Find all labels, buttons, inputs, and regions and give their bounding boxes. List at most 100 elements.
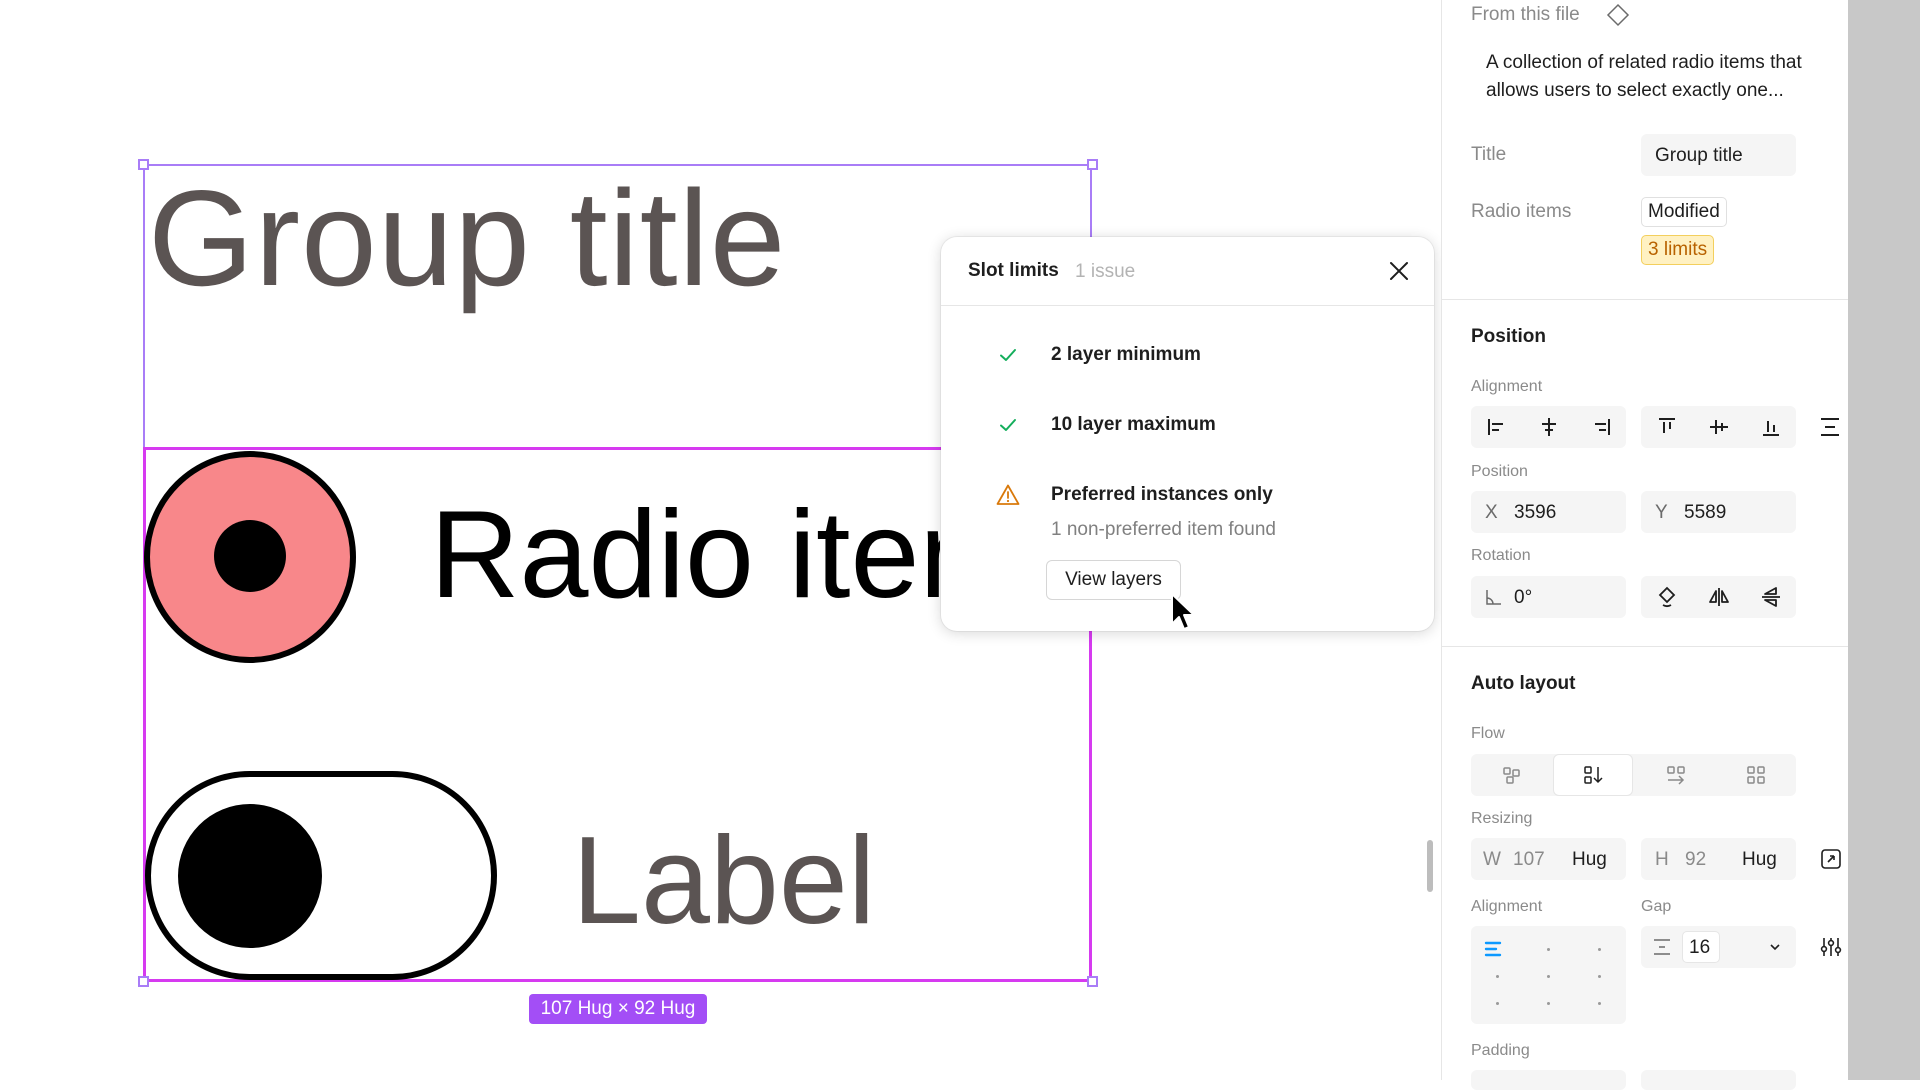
w-label: W — [1483, 849, 1501, 870]
flow-grid-button[interactable] — [1729, 754, 1782, 796]
x-position-field[interactable]: X 3596 — [1471, 491, 1626, 533]
modified-chip[interactable]: Modified — [1641, 197, 1727, 227]
flip-vertical-button[interactable] — [1745, 576, 1796, 618]
padding-vertical-field[interactable] — [1641, 1070, 1796, 1090]
transform-group — [1641, 576, 1796, 618]
radio-dot — [214, 520, 286, 592]
slot-limits-popover: Slot limits 1 issue 2 layer minimum 10 l… — [941, 237, 1434, 631]
resize-handle-bottom-right[interactable] — [1087, 976, 1098, 987]
align-top-button[interactable] — [1641, 406, 1692, 448]
flip-vertical-icon — [1761, 587, 1780, 607]
layout-alignment-label: Alignment — [1471, 898, 1543, 915]
canvas-group-title: Group title — [148, 162, 787, 314]
resize-handle-bottom-left[interactable] — [138, 976, 149, 987]
popover-title: Slot limits — [968, 260, 1059, 281]
gap-value: 16 — [1689, 937, 1711, 958]
rule-text: 10 layer maximum — [1051, 414, 1216, 435]
distribute-icon[interactable] — [1818, 415, 1842, 439]
grid-dot — [1598, 1002, 1601, 1005]
canvas-radio-label: Radio item — [430, 486, 940, 624]
component-diamond-icon[interactable] — [1606, 3, 1630, 27]
divider — [1442, 299, 1849, 300]
radio-items-label: Radio items — [1471, 201, 1572, 222]
warning-icon — [996, 484, 1020, 505]
flow-vertical-button[interactable] — [1553, 754, 1633, 796]
layout-settings-icon[interactable] — [1819, 935, 1843, 959]
flow-horizontal-button[interactable] — [1649, 754, 1702, 796]
canvas-toggle-label: Label — [572, 812, 876, 950]
flip-horizontal-icon — [1708, 588, 1729, 606]
x-value: 3596 — [1514, 502, 1557, 523]
size-badge: 107 Hug × 92 Hug — [529, 994, 707, 1024]
width-field[interactable]: W 107 Hug — [1471, 838, 1626, 880]
rule-text: 2 layer minimum — [1051, 344, 1201, 365]
rotation-field[interactable]: 0° — [1471, 576, 1626, 618]
flow-label: Flow — [1471, 725, 1505, 742]
vertical-align-group — [1641, 406, 1796, 448]
gap-value-box[interactable]: 16 — [1682, 931, 1720, 963]
align-left-button[interactable] — [1471, 406, 1522, 448]
grid-dot — [1547, 948, 1550, 951]
w-mode[interactable]: Hug — [1572, 849, 1607, 871]
gap-vertical-icon — [1654, 939, 1670, 955]
flip-horizontal-button[interactable] — [1693, 576, 1744, 618]
gap-label: Gap — [1641, 898, 1672, 915]
h-mode[interactable]: Hug — [1742, 849, 1777, 871]
window-gutter — [1848, 0, 1920, 1080]
padding-horizontal-field[interactable] — [1471, 1070, 1626, 1090]
grid-dot — [1547, 1002, 1550, 1005]
limits-chip[interactable]: 3 limits — [1641, 235, 1715, 265]
popover-header: Slot limits 1 issue — [941, 237, 1434, 306]
close-icon[interactable] — [1387, 259, 1411, 283]
grid-dot — [1598, 948, 1601, 951]
align-center-vertical-icon — [1709, 420, 1728, 434]
align-center-horizontal-icon — [1541, 418, 1556, 436]
h-label: H — [1655, 849, 1669, 870]
resizing-label: Resizing — [1471, 810, 1533, 827]
resize-to-fit-icon[interactable] — [1819, 847, 1843, 871]
y-label: Y — [1655, 502, 1668, 523]
gap-field[interactable]: 16 — [1641, 926, 1796, 968]
horizontal-align-group — [1471, 406, 1626, 448]
view-layers-button[interactable]: View layers — [1046, 560, 1181, 600]
check-icon — [1000, 419, 1016, 431]
position-section-title: Position — [1471, 326, 1546, 347]
y-position-field[interactable]: Y 5589 — [1641, 491, 1796, 533]
align-middle-button[interactable] — [1693, 406, 1744, 448]
toggle-knob — [178, 804, 322, 948]
title-prop-label: Title — [1471, 144, 1507, 165]
x-label: X — [1485, 502, 1498, 523]
freeform-icon — [1502, 767, 1520, 784]
grid-dot — [1547, 975, 1550, 978]
w-value: 107 — [1513, 849, 1545, 870]
align-right-button[interactable] — [1575, 406, 1626, 448]
canvas-scrollbar[interactable] — [1427, 840, 1433, 892]
align-right-icon — [1594, 419, 1610, 435]
grid-dot — [1496, 975, 1499, 978]
arrow-right-icon — [1666, 766, 1685, 785]
position-label: Position — [1471, 463, 1528, 480]
resize-handle-top-right[interactable] — [1087, 159, 1098, 170]
flow-freeform-button[interactable] — [1485, 754, 1538, 796]
chevron-down-icon[interactable] — [1768, 940, 1782, 954]
issue-count: 1 issue — [1075, 261, 1136, 282]
rotation-label: Rotation — [1471, 547, 1531, 564]
align-bottom-icon — [1762, 421, 1779, 436]
title-prop-value: Group title — [1655, 145, 1743, 166]
align-bottom-button[interactable] — [1745, 406, 1796, 448]
divider — [1442, 646, 1849, 647]
h-value: 92 — [1685, 849, 1707, 870]
height-field[interactable]: H 92 Hug — [1641, 838, 1796, 880]
rotate-button[interactable] — [1641, 576, 1692, 618]
grid-dot — [1598, 975, 1601, 978]
align-center-h-button[interactable] — [1523, 406, 1574, 448]
title-prop-field[interactable]: Group title — [1641, 134, 1796, 176]
arrow-down-icon — [1584, 766, 1603, 784]
alignment-grid[interactable] — [1471, 926, 1626, 1024]
align-top-left-icon — [1484, 941, 1502, 957]
auto-layout-section-title: Auto layout — [1471, 673, 1576, 694]
angle-icon — [1486, 590, 1501, 605]
description-line-1: A collection of related radio items that — [1486, 52, 1802, 73]
align-left-icon — [1487, 419, 1503, 435]
flow-group — [1471, 754, 1796, 796]
